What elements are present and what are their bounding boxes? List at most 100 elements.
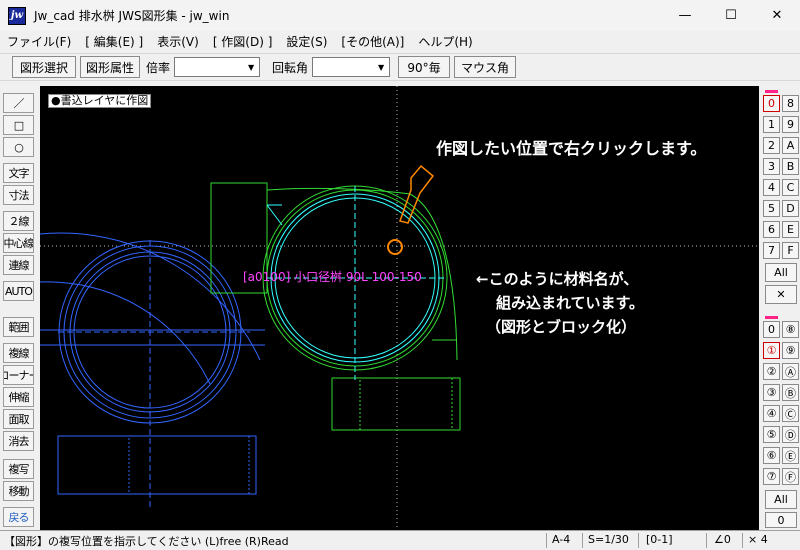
- scale-label: 倍率: [146, 60, 171, 75]
- layer-btn[interactable]: Ⓒ: [782, 405, 799, 422]
- scale-combo[interactable]: ▼: [174, 57, 261, 77]
- layer-group-btn[interactable]: A: [782, 137, 799, 154]
- layer-btn[interactable]: ②: [763, 363, 780, 380]
- status-divider: [742, 533, 743, 548]
- layer-group-btn[interactable]: 7: [763, 242, 780, 259]
- all-layers-button[interactable]: All: [765, 490, 797, 509]
- erase-tool-button[interactable]: 消去: [3, 431, 34, 451]
- layer-zero-button[interactable]: 0: [765, 512, 797, 528]
- click-marker-icon: [387, 239, 403, 255]
- layer-group-btn[interactable]: D: [782, 200, 799, 217]
- green-basin-figure: [210, 182, 461, 431]
- close-icon[interactable]: ✕: [765, 285, 797, 304]
- status-message: 【図形】の複写位置を指示してください (L)free (R)Read: [4, 535, 289, 548]
- title-bar: jw Jw_cad 排水桝 JWS図形集 - jw_win — ☐ ✕: [0, 0, 800, 31]
- status-divider: [638, 533, 639, 548]
- layer-btn[interactable]: 0: [763, 321, 780, 338]
- layer-btn[interactable]: Ⓔ: [782, 447, 799, 464]
- menu-settings[interactable]: 設定(S): [279, 33, 334, 50]
- layer-group-btn[interactable]: B: [782, 158, 799, 175]
- part-name-label: [a0100] 小口径桝 90L 100-150: [243, 270, 422, 284]
- menu-draw[interactable]: [ 作図(D) ]: [206, 33, 280, 50]
- layer-btn[interactable]: ①: [763, 342, 780, 359]
- layer-group-btn[interactable]: C: [782, 179, 799, 196]
- status-divider: [546, 533, 547, 548]
- layer-btn[interactable]: ⑦: [763, 468, 780, 485]
- scale-indicator[interactable]: S=1/30: [588, 533, 629, 546]
- layer-btn[interactable]: ⑥: [763, 447, 780, 464]
- chevron-down-icon[interactable]: ▼: [243, 58, 259, 76]
- copy-tool-button[interactable]: 複写: [3, 459, 34, 479]
- layer-group-btn[interactable]: 3: [763, 158, 780, 175]
- menu-help[interactable]: ヘルプ(H): [411, 33, 479, 50]
- move-tool-button[interactable]: 移動: [3, 481, 34, 501]
- active-layer-marker: [765, 316, 778, 319]
- callout-line-2: 組み込まれています。: [496, 294, 645, 312]
- menu-bar: ファイル(F) [ 編集(E) ] 表示(V) [ 作図(D) ] 設定(S) …: [0, 31, 800, 51]
- layer-group-btn[interactable]: 1: [763, 116, 780, 133]
- corner-tool-button[interactable]: コーナー: [3, 365, 34, 385]
- click-instruction-callout: 作図したい位置で右クリックします。: [436, 139, 707, 158]
- menu-file[interactable]: ファイル(F): [0, 33, 78, 50]
- offset-line-tool-button[interactable]: 複線: [3, 343, 34, 363]
- center-line-tool-button[interactable]: 中心線: [3, 233, 34, 253]
- rect-tool-button[interactable]: □: [3, 115, 34, 135]
- layer-btn[interactable]: ④: [763, 405, 780, 422]
- status-divider: [706, 533, 707, 548]
- status-bar: 【図形】の複写位置を指示してください (L)free (R)Read A-4 S…: [0, 530, 800, 550]
- rotation-combo[interactable]: ▼: [312, 57, 391, 77]
- layer-btn[interactable]: Ⓓ: [782, 426, 799, 443]
- layer-group-btn[interactable]: 0: [763, 95, 780, 112]
- layer-btn[interactable]: ⑧: [782, 321, 799, 338]
- menu-other[interactable]: [その他(A)]: [334, 33, 411, 50]
- undo-button[interactable]: 戻る: [3, 507, 34, 527]
- layer-group-btn[interactable]: E: [782, 221, 799, 238]
- chamfer-tool-button[interactable]: 面取: [3, 409, 34, 429]
- auto-mode-button[interactable]: AUTO: [3, 281, 34, 301]
- layer-btn[interactable]: Ⓐ: [782, 363, 799, 380]
- line-tool-button[interactable]: ／: [3, 93, 34, 113]
- menu-view[interactable]: 表示(V): [150, 33, 206, 50]
- layer-group-btn[interactable]: 2: [763, 137, 780, 154]
- double-line-tool-button[interactable]: ２線: [3, 211, 34, 231]
- mouse-angle-button[interactable]: マウス角: [454, 56, 517, 78]
- status-divider: [582, 533, 583, 548]
- layer-group-btn[interactable]: 6: [763, 221, 780, 238]
- layer-btn[interactable]: Ⓑ: [782, 384, 799, 401]
- angle-indicator[interactable]: ∠0: [714, 533, 731, 546]
- write-layer-label: ●書込レイヤに作図: [48, 94, 152, 108]
- figure-attr-button[interactable]: 図形属性: [80, 56, 140, 78]
- app-logo-icon: jw: [8, 6, 26, 25]
- layer-group-btn[interactable]: 8: [782, 95, 799, 112]
- layer-group-btn[interactable]: 5: [763, 200, 780, 217]
- layer-panel: 0 8 1 9 2 A 3 B 4 C 5 D 6 E 7 F All ✕ 0 …: [760, 86, 800, 530]
- text-tool-button[interactable]: 文字: [3, 163, 34, 183]
- layer-btn[interactable]: ⑨: [782, 342, 799, 359]
- minimize-button[interactable]: —: [662, 0, 708, 31]
- embedded-name-callout: ←このように材料名が、 組み込まれています。 （図形とブロック化）: [476, 267, 644, 339]
- close-button[interactable]: ✕: [754, 0, 800, 31]
- circle-tool-button[interactable]: ○: [3, 137, 34, 157]
- stretch-tool-button[interactable]: 伸縮: [3, 387, 34, 407]
- layer-btn[interactable]: ⑤: [763, 426, 780, 443]
- layer-group-btn[interactable]: F: [782, 242, 799, 259]
- active-group-marker: [765, 90, 778, 93]
- blue-basin-figure: [40, 232, 265, 510]
- connect-line-tool-button[interactable]: 連線: [3, 255, 34, 275]
- zoom-indicator[interactable]: × 4: [748, 533, 768, 546]
- range-tool-button[interactable]: 範囲: [3, 317, 34, 337]
- all-groups-button[interactable]: All: [765, 263, 797, 282]
- layer-btn[interactable]: Ⓕ: [782, 468, 799, 485]
- callout-line-1: ←このように材料名が、: [476, 270, 639, 288]
- chevron-down-icon[interactable]: ▼: [373, 58, 389, 76]
- layer-btn[interactable]: ③: [763, 384, 780, 401]
- layer-group-btn[interactable]: 9: [782, 116, 799, 133]
- deg90-button[interactable]: 90°毎: [398, 56, 451, 78]
- dimension-tool-button[interactable]: 寸法: [3, 185, 34, 205]
- paper-size[interactable]: A-4: [552, 533, 570, 546]
- layer-group-btn[interactable]: 4: [763, 179, 780, 196]
- menu-edit[interactable]: [ 編集(E) ]: [78, 33, 150, 50]
- layer-indicator[interactable]: [0-1]: [646, 533, 673, 546]
- select-figure-button[interactable]: 図形選択: [12, 56, 76, 78]
- maximize-button[interactable]: ☐: [708, 0, 754, 31]
